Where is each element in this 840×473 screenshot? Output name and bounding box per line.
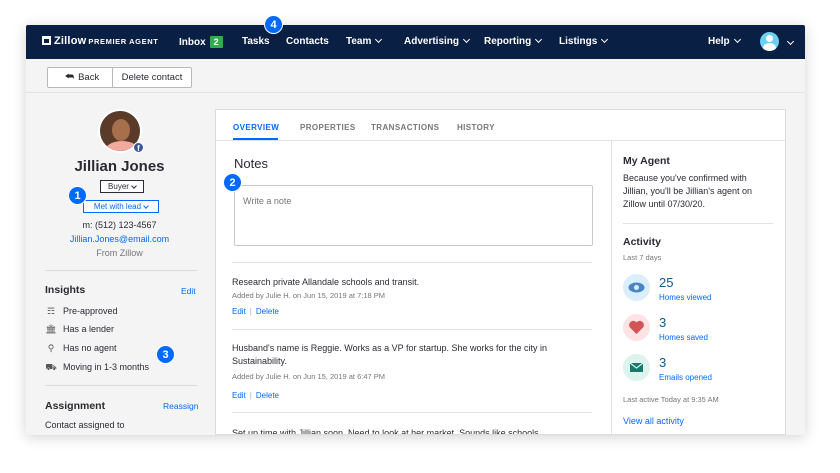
callout-marker-3: 3 bbox=[156, 345, 175, 364]
last-active-text: Last active Today at 9:35 AM bbox=[623, 395, 719, 404]
tab-transactions[interactable]: TRANSACTIONS bbox=[371, 123, 439, 132]
inbox-count-badge: 2 bbox=[209, 36, 223, 48]
assignment-title: Assignment bbox=[45, 400, 106, 412]
chevron-down-icon bbox=[131, 183, 137, 189]
notes-title: Notes bbox=[234, 156, 268, 171]
contact-source: From Zillow bbox=[96, 248, 143, 258]
main-panel: OVERVIEW PROPERTIES TRANSACTIONS HISTORY… bbox=[215, 109, 786, 435]
insight-item: ⛟ Moving in 1-3 months bbox=[45, 362, 150, 372]
emails-opened-count: 3 bbox=[659, 355, 667, 370]
homes-viewed-count: 25 bbox=[659, 275, 674, 290]
app-window: Zillow PREMIER AGENT Inbox 2 Tasks Contact… bbox=[26, 25, 805, 435]
emails-opened-label[interactable]: Emails opened bbox=[659, 373, 712, 382]
tab-history[interactable]: HISTORY bbox=[457, 123, 495, 132]
divider bbox=[232, 412, 592, 413]
note-text: Research private Allandale schools and t… bbox=[232, 277, 420, 287]
facebook-icon: f bbox=[133, 142, 144, 153]
tab-overview[interactable]: OVERVIEW bbox=[233, 123, 279, 132]
right-panel: My Agent Because you've confirmed with J… bbox=[611, 141, 785, 434]
chevron-down-icon bbox=[535, 35, 543, 44]
callout-marker-4: 4 bbox=[264, 15, 283, 34]
insight-item: ☶ Pre-approved bbox=[46, 306, 118, 316]
envelope-icon bbox=[623, 354, 650, 381]
nav-tasks[interactable]: Tasks bbox=[242, 36, 270, 47]
chevron-down-icon bbox=[375, 35, 383, 44]
nav-help[interactable]: Help bbox=[708, 35, 741, 47]
note-edit-link[interactable]: Edit bbox=[232, 307, 246, 316]
chevron-down-icon bbox=[462, 35, 471, 44]
chevron-down-icon bbox=[733, 35, 741, 44]
note-meta: Added by Julie H. on Jun 15, 2019 at 7:1… bbox=[232, 291, 386, 300]
tab-bar: OVERVIEW PROPERTIES TRANSACTIONS HISTORY bbox=[216, 110, 785, 141]
contact-type-select[interactable]: Buyer bbox=[100, 180, 144, 193]
user-avatar[interactable] bbox=[760, 32, 779, 51]
nav-reporting[interactable]: Reporting bbox=[484, 35, 543, 47]
my-agent-text: Because you've confirmed with Jillian, y… bbox=[623, 173, 753, 209]
note-meta: Added by Julie H. on Jun 15, 2019 at 6:4… bbox=[232, 372, 386, 381]
eye-icon bbox=[623, 274, 650, 301]
contact-email-link[interactable]: Jillian.Jones@email.com bbox=[26, 234, 213, 244]
divider bbox=[45, 270, 198, 271]
nav-listings[interactable]: Listings bbox=[559, 35, 609, 47]
activity-period: Last 7 days bbox=[623, 253, 662, 262]
person-icon: ⚲ bbox=[47, 343, 55, 353]
note-text: Husband's name is Reggie. Works as a VP … bbox=[232, 343, 548, 366]
chevron-down-icon bbox=[786, 37, 795, 46]
note-text: Set up time with Jillian soon. Need to l… bbox=[232, 428, 539, 435]
note-delete-link[interactable]: Delete bbox=[256, 391, 279, 400]
top-nav: Zillow PREMIER AGENT Inbox 2 Tasks Contact… bbox=[26, 25, 805, 59]
callout-marker-2: 2 bbox=[223, 173, 242, 192]
note-actions: Edit | Delete bbox=[232, 307, 279, 316]
callout-marker-1: 1 bbox=[68, 186, 87, 205]
note-delete-link[interactable]: Delete bbox=[256, 307, 279, 316]
bank-icon: 🏛 bbox=[45, 324, 57, 334]
nav-inbox[interactable]: Inbox 2 bbox=[179, 36, 223, 48]
chevron-down-icon bbox=[601, 35, 609, 44]
insights-edit-link[interactable]: Edit bbox=[181, 286, 196, 296]
chevron-down-icon bbox=[143, 203, 149, 209]
note-edit-link[interactable]: Edit bbox=[232, 391, 246, 400]
back-arrow-icon: ⮪ bbox=[64, 72, 75, 83]
tab-properties[interactable]: PROPERTIES bbox=[300, 123, 356, 132]
note-actions: Edit | Delete bbox=[232, 391, 279, 400]
nav-advertising[interactable]: Advertising bbox=[404, 35, 471, 47]
my-agent-title: My Agent bbox=[623, 155, 670, 167]
contact-sidebar: f Jillian Jones Buyer Met with lead m: (… bbox=[26, 94, 213, 435]
active-tab-indicator bbox=[233, 138, 278, 140]
homes-saved-count: 3 bbox=[659, 315, 667, 330]
divider bbox=[45, 385, 198, 386]
insight-item: ⚲ Has no agent bbox=[45, 343, 117, 354]
assignment-text: Contact assigned to bbox=[45, 420, 125, 430]
contact-name: Jillian Jones bbox=[74, 158, 165, 175]
divider bbox=[232, 262, 592, 263]
contact-status-select[interactable]: Met with lead bbox=[83, 200, 159, 213]
nav-contacts[interactable]: Contacts bbox=[286, 36, 329, 47]
delete-contact-button[interactable]: Delete contact bbox=[112, 67, 192, 88]
toolbar: ⮪ Back Delete contact bbox=[26, 59, 805, 93]
divider bbox=[623, 223, 773, 224]
homes-viewed-label[interactable]: Homes viewed bbox=[659, 293, 711, 302]
user-menu-chevron[interactable] bbox=[783, 37, 795, 49]
view-all-activity-link[interactable]: View all activity bbox=[623, 416, 684, 426]
divider bbox=[232, 329, 592, 330]
truck-icon: ⛟ bbox=[45, 362, 57, 372]
heart-icon bbox=[623, 314, 650, 341]
activity-title: Activity bbox=[623, 236, 661, 248]
zillow-logo[interactable]: Zillow PREMIER AGENT bbox=[42, 35, 158, 47]
note-input[interactable] bbox=[234, 185, 593, 246]
reassign-link[interactable]: Reassign bbox=[163, 401, 198, 411]
dollar-check-icon: ☶ bbox=[46, 306, 56, 316]
back-button[interactable]: ⮪ Back bbox=[47, 67, 117, 88]
nav-team[interactable]: Team bbox=[346, 35, 383, 47]
insight-item: 🏛 Has a lender bbox=[45, 324, 115, 334]
contact-phone: m: (512) 123-4567 bbox=[82, 220, 157, 230]
insights-title: Insights bbox=[45, 284, 86, 296]
zillow-logo-icon bbox=[42, 36, 51, 45]
homes-saved-label[interactable]: Homes saved bbox=[659, 333, 708, 342]
